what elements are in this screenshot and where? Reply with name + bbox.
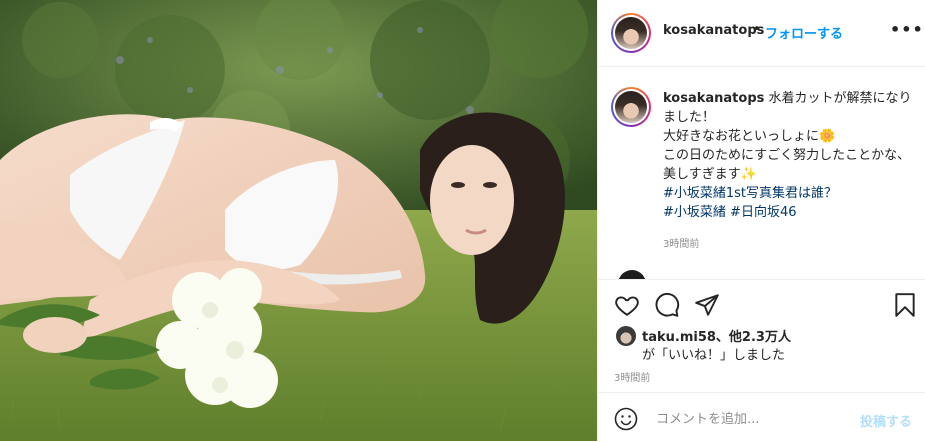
header-avatar[interactable]: [611, 13, 651, 53]
caption-username[interactable]: kosakanatops: [663, 91, 764, 106]
caption-area: kosakanatops 水着カットが解禁になりました！ 大好きなお花といっしょ…: [598, 67, 925, 279]
hashtag-kosaka-nao[interactable]: #小坂菜緒: [663, 205, 726, 220]
header-separator: •: [753, 22, 761, 37]
comment-bar: 投稿する: [598, 392, 925, 442]
likes-count[interactable]: 、他2.3万人: [716, 330, 791, 345]
caption-text: kosakanatops 水着カットが解禁になりました！ 大好きなお花といっしょ…: [663, 89, 913, 222]
follow-button[interactable]: フォローする: [765, 23, 843, 42]
post-timestamp: 3時間前: [614, 373, 651, 384]
post-side-panel: kosakanatops • フォローする ••• kosakanatops 水…: [597, 0, 925, 441]
liker-avatar[interactable]: [616, 326, 636, 346]
comment-icon[interactable]: [654, 292, 680, 318]
emoji-icon[interactable]: [614, 407, 638, 431]
likes-summary: taku.mi58、他2.3万人 が「いいね！」しました: [598, 322, 925, 366]
liker-username[interactable]: taku.mi58: [642, 330, 716, 345]
comment-input[interactable]: [654, 405, 848, 433]
comment-avatar[interactable]: [618, 270, 646, 279]
bookmark-icon[interactable]: [892, 292, 918, 318]
header-username[interactable]: kosakanatops: [663, 23, 764, 38]
caption-avatar[interactable]: [611, 87, 651, 127]
hashtag-photobook[interactable]: #小坂菜緒1st写真集君は誰？: [663, 186, 837, 201]
post-comment-button[interactable]: 投稿する: [860, 411, 912, 430]
heart-icon[interactable]: [614, 292, 640, 318]
hashtag-hinatazaka46[interactable]: #日向坂46: [730, 205, 796, 220]
likes-suffix: が「いいね！」しました: [642, 348, 786, 363]
share-icon[interactable]: [694, 292, 720, 318]
more-icon[interactable]: •••: [890, 20, 924, 39]
likes-line[interactable]: taku.mi58、他2.3万人: [642, 326, 791, 345]
photo-illustration: [0, 0, 597, 441]
post-header: kosakanatops • フォローする •••: [598, 0, 925, 67]
caption-timestamp: 3時間前: [663, 239, 700, 250]
post-photo[interactable]: [0, 0, 597, 441]
